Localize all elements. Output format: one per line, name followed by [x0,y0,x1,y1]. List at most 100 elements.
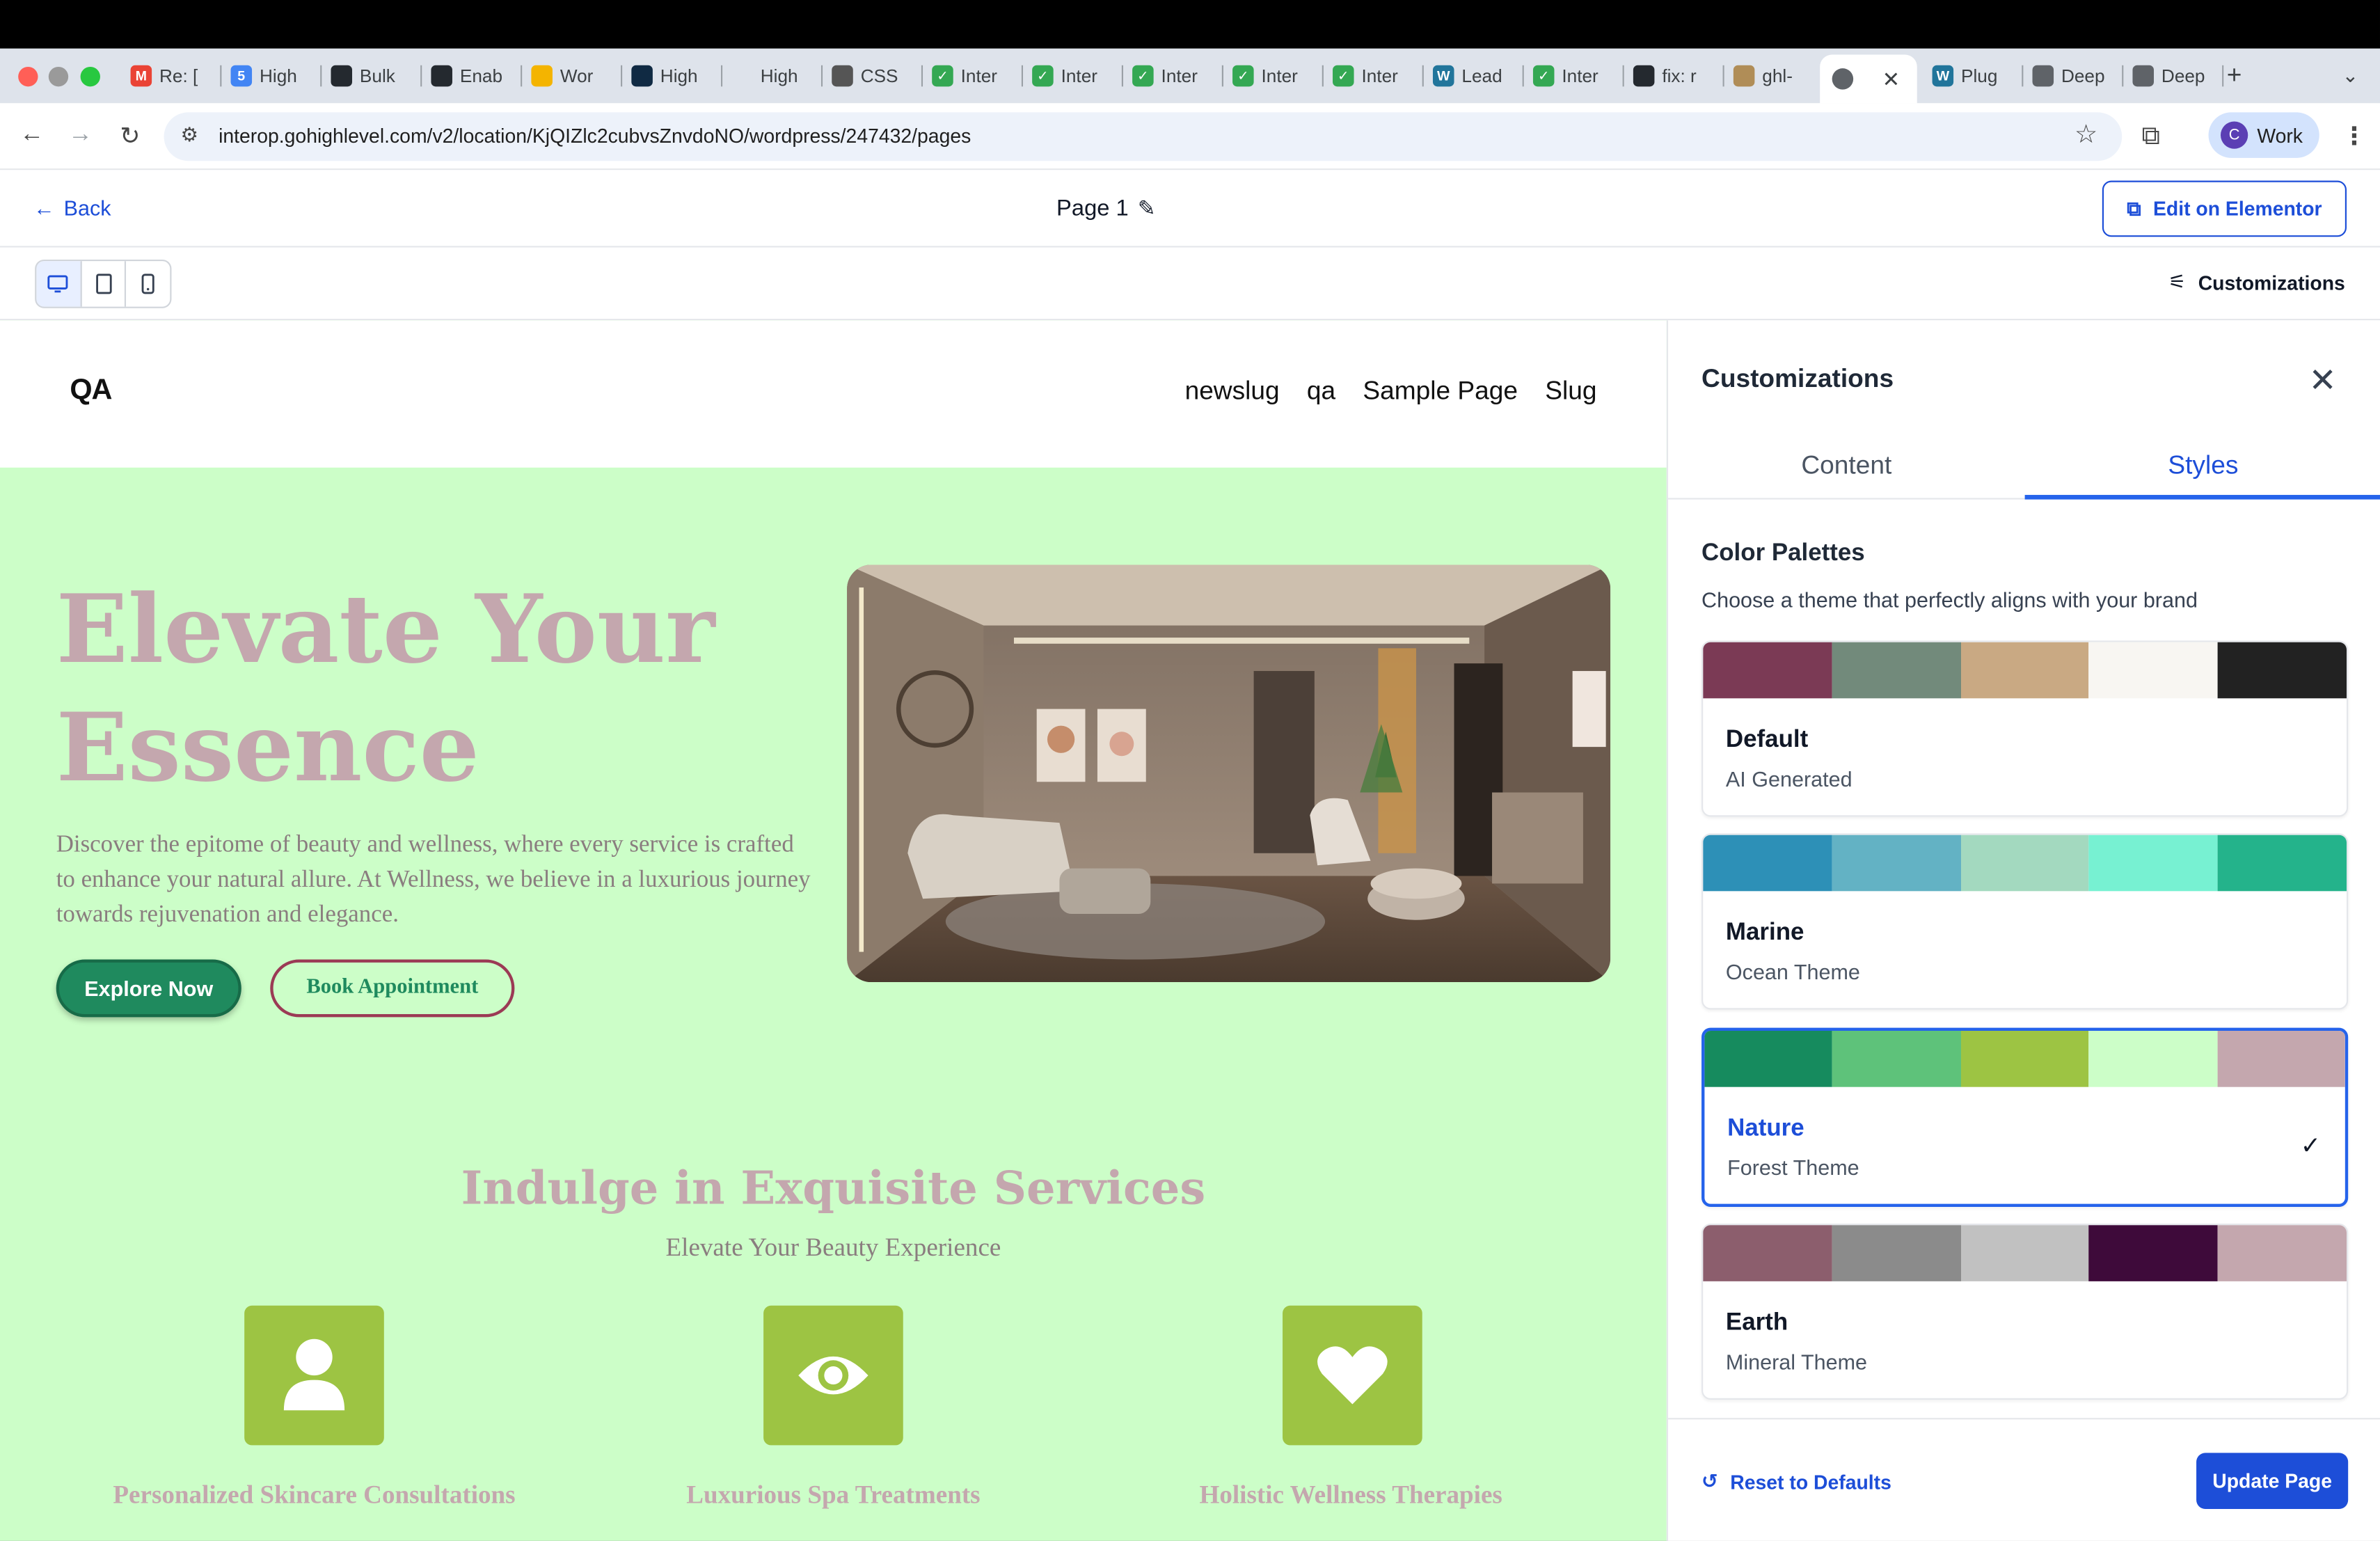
site-info-icon[interactable]: ⚙ [181,123,198,148]
address-bar[interactable]: ⚙ interop.gohighlevel.com/v2/location/Kj… [164,112,2123,161]
nav-link-newslug[interactable]: newslug [1185,377,1280,407]
person-icon [283,1338,345,1411]
active-tab-indicator [2024,495,2380,500]
site-logo[interactable]: QA [70,375,112,409]
screen: M Re: [5 High Bulk Enab Wor High High CSS ✓ Inter ✓… [0,0,2380,1541]
hero-description: Discover the epitome of beauty and welln… [56,832,811,928]
tab-favicon-icon: 5 [230,65,253,87]
book-appointment-button[interactable]: Book Appointment [270,959,515,1018]
palette-card-default[interactable]: Default AI Generated [1701,640,2349,817]
tab-favicon-icon: ✓ [1232,65,1254,87]
browser-tab[interactable]: Deep [2023,59,2124,93]
browser-tab[interactable]: ✓ Inter [1023,59,1124,93]
hero-title-line-2: Essence [56,692,479,803]
color-swatch [1960,1225,2090,1281]
browser-tab[interactable]: CSS [823,59,923,93]
back-button[interactable]: ← Back [33,196,111,220]
close-tab-icon[interactable]: ✕ [1882,66,1901,92]
tab-label: Re: [ [159,65,198,87]
browser-tab[interactable]: W Plug [1923,59,2024,93]
tab-label: Bulk [359,65,395,87]
profile-button[interactable]: C Work [2208,112,2319,158]
close-icon[interactable]: ✕ [2308,361,2336,401]
tab-favicon-icon: ✓ [1333,65,1354,87]
nav-link-qa[interactable]: qa [1307,377,1335,407]
palette-card-earth[interactable]: Earth Mineral Theme [1701,1223,2349,1400]
back-arrow-icon[interactable]: ← [19,121,44,148]
service-icon-tile [244,1305,384,1446]
browser-tab[interactable]: Enab [422,59,523,93]
bookmark-star-icon[interactable]: ☆ [2074,120,2097,150]
browser-tab[interactable]: ✓ Inter [1524,59,1624,93]
mobile-view-button[interactable] [127,261,170,306]
customizations-toggle[interactable]: ⚟ Customizations [2168,270,2345,294]
hero-title-line-1: Elevate Your [56,574,715,685]
color-swatch [1703,835,1832,892]
extensions-icon[interactable]: ⧉ [2142,121,2160,152]
forward-arrow-icon[interactable]: → [68,121,93,148]
reload-icon[interactable]: ↻ [120,121,140,152]
color-swatch [1704,1030,1833,1087]
tab-label: Enab [459,65,503,87]
globe-icon [1832,68,1854,90]
url-text[interactable]: interop.gohighlevel.com/v2/location/KjQI… [219,125,971,148]
desktop-view-button[interactable] [36,261,82,307]
customizations-link-label: Customizations [2198,271,2345,294]
browser-tab[interactable]: ✓ Inter [1324,59,1424,93]
browser-tab[interactable]: ✓ Inter [1123,59,1223,93]
tab-styles[interactable]: Styles [2025,451,2380,482]
browser-tab[interactable]: High [722,59,823,93]
color-swatch [2089,835,2219,892]
update-page-button[interactable]: Update Page [2196,1453,2349,1510]
tab-favicon-icon [2032,65,2054,87]
tab-label: Inter [1562,65,1598,87]
color-palettes-heading: Color Palettes [1701,540,1865,567]
tab-favicon-icon [832,65,853,87]
tab-favicon-icon [431,65,452,87]
palette-subtitle: Ocean Theme [1725,959,1860,984]
color-swatch [1832,1225,1961,1281]
browser-tab[interactable]: ✓ Inter [923,59,1024,93]
browser-tab[interactable]: ✓ Inter [1223,59,1324,93]
browser-tab[interactable]: ghl- [1724,59,1825,93]
new-tab-button[interactable]: + [2227,61,2242,91]
tab-content[interactable]: Content [1668,451,2025,482]
browser-tab[interactable]: 5 High [221,59,322,93]
pencil-icon[interactable]: ✎ [1138,196,1156,221]
nav-link-slug[interactable]: Slug [1545,377,1596,407]
browser-tab[interactable]: fix: r [1624,59,1724,93]
site-header: QA newslug qa Sample Page Slug [0,320,1667,468]
color-swatch [1960,642,2090,699]
palette-card-nature[interactable]: Nature Forest Theme ✓ [1701,1027,2349,1207]
color-swatch [2089,642,2219,699]
color-swatch [1960,1030,2089,1087]
mobile-icon [141,274,155,294]
edit-on-elementor-button[interactable]: ⧉ Edit on Elementor [2102,180,2347,237]
desktop-icon [48,275,69,293]
sliders-icon: ⚟ [2168,270,2187,293]
maximize-window-button[interactable] [80,66,100,87]
browser-tab[interactable]: High [622,59,723,93]
tablet-icon [95,274,111,294]
color-swatch [1703,642,1832,699]
tab-label: High [760,65,798,87]
browser-tab[interactable]: Deep [2123,59,2224,93]
active-tab[interactable]: ✕ [1820,54,1917,104]
palette-card-marine[interactable]: Marine Ocean Theme [1701,833,2349,1010]
tab-search-chevron-icon[interactable]: ⌄ [2342,64,2358,88]
browser-tab[interactable]: M Re: [ [121,59,222,93]
minimize-window-button[interactable] [48,66,69,87]
tablet-view-button[interactable] [81,261,127,307]
nav-link-sample-page[interactable]: Sample Page [1363,377,1518,407]
browser-tab[interactable]: W Lead [1424,59,1524,93]
tab-favicon-icon: W [1432,65,1454,87]
reset-to-defaults-button[interactable]: ↺ Reset to Defaults [1701,1469,1891,1494]
browser-menu-icon[interactable]: ⋮ [2342,121,2366,152]
tab-label: Inter [1361,65,1398,87]
browser-tab[interactable]: Wor [522,59,623,93]
tab-favicon-icon [331,65,353,87]
explore-now-button[interactable]: Explore Now [56,959,241,1018]
close-window-button[interactable] [18,66,38,87]
browser-tab[interactable]: Bulk [322,59,422,93]
site-nav: newslug qa Sample Page Slug [1185,377,1597,407]
